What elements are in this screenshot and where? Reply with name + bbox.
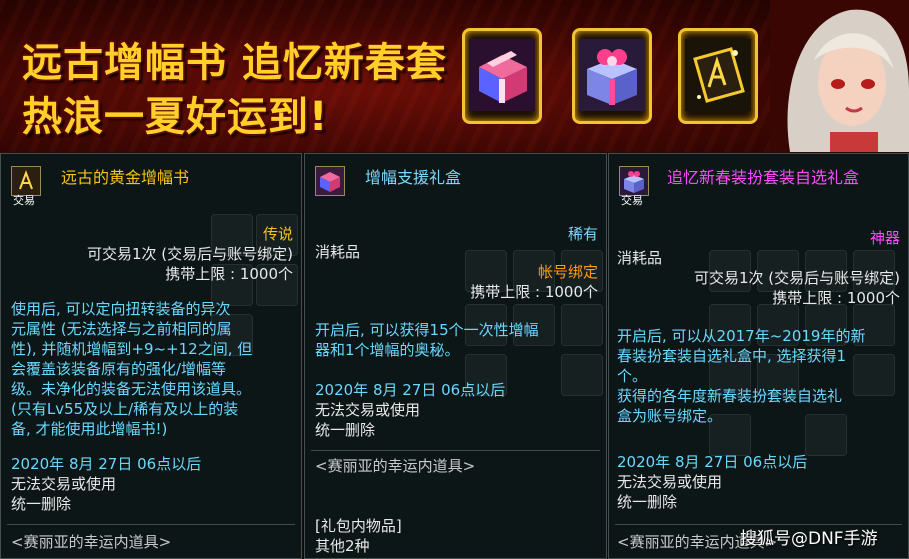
description-line: 元属性 (无法选择与之前相同的属 (11, 320, 232, 338)
description-line: 器和1个增幅的奥秘。 (315, 341, 460, 359)
item-tooltip-panel: 交易 追忆新春装扮套装自选礼盒 神器 消耗品 可交易1次 (交易后与账号绑定) … (608, 153, 909, 559)
banner-slot-gift-box-icon (572, 28, 652, 124)
banner-title-line2: 热浪一夏好运到! (22, 94, 329, 140)
expire-note: 无法交易或使用 (617, 473, 723, 491)
trade-rule: 可交易1次 (交易后与账号绑定) (693, 269, 900, 287)
rarity-label: 神器 (869, 229, 900, 247)
expire-note: 无法交易或使用 (315, 401, 421, 419)
carry-limit: 携带上限 : 1000个 (165, 265, 293, 283)
description-line: 开启后, 可以从2017年~2019年的新 (617, 327, 866, 345)
item-category: 消耗品 (617, 249, 663, 267)
expire-date: 2020年 8月 27日 06点以后 (11, 455, 202, 473)
divider (7, 524, 295, 525)
banner-title-line1: 远古增幅书 追忆新春套 (22, 40, 447, 86)
rarity-label: 传说 (262, 225, 293, 243)
expire-note: 统一删除 (617, 493, 678, 511)
expire-note: 统一删除 (315, 421, 376, 439)
bind-label: 帐号绑定 (537, 263, 598, 281)
description-line: 盒为账号绑定。 (617, 407, 723, 425)
trade-rule: 可交易1次 (交易后与账号绑定) (86, 245, 293, 263)
item-source: <赛丽亚的幸运内道具> (315, 457, 476, 475)
item-name: 增幅支援礼盒 (365, 168, 462, 187)
watermark: 搜狐号@DNF手游 (740, 529, 878, 549)
item-category: 消耗品 (315, 243, 361, 261)
expire-date: 2020年 8月 27日 06点以后 (315, 381, 506, 399)
description-line: 个。 (617, 367, 648, 385)
contents-title: [礼包内物品] (315, 517, 402, 535)
description-line: 性), 并随机增幅到+9~+12之间, 但 (11, 340, 253, 358)
description-line: 级。未净化的装备无法使用该道具。 (11, 380, 252, 398)
event-banner: 远古增幅书 追忆新春套 热浪一夏好运到! (0, 0, 909, 154)
item-name: 远古的黄金增幅书 (61, 168, 190, 187)
expire-date: 2020年 8月 27日 06点以后 (617, 453, 808, 471)
description-line: 春装扮套装自选礼盒中, 选择获得1 (617, 347, 847, 365)
banner-slot-amplify-book-icon (678, 28, 758, 124)
contents-other: 其他2种 (315, 537, 370, 555)
description-line: 会覆盖该装备原有的强化/增幅等 (11, 360, 227, 378)
description-line: 获得的各年度新春装扮套装自选礼 (617, 387, 843, 405)
expire-note: 统一删除 (11, 495, 72, 513)
carry-limit: 携带上限 : 1000个 (470, 283, 598, 301)
gift-box-icon[interactable] (315, 166, 345, 196)
item-name: 追忆新春装扮套装自选礼盒 (667, 168, 860, 187)
banner-slot-gift-box-icon (462, 28, 542, 124)
description-line: 使用后, 可以定向扭转装备的异次 (11, 300, 231, 318)
rarity-label: 稀有 (567, 225, 598, 243)
carry-limit: 携带上限 : 1000个 (772, 289, 900, 307)
description-line: 备, 才能使用此增幅书!) (11, 420, 168, 438)
item-source: <赛丽亚的幸运内道具> (11, 533, 172, 551)
trade-tag: 交易 (621, 194, 643, 207)
character-portrait-icon (770, 0, 909, 152)
trade-tag: 交易 (13, 194, 35, 207)
description-line: 开启后, 可以获得15个一次性增幅 (315, 321, 539, 339)
description-line: (只有Lv55及以上/稀有及以上的装 (11, 400, 239, 418)
item-tooltip-panel: 增幅支援礼盒 稀有 消耗品 帐号绑定 携带上限 : 1000个 开启后, 可以获… (304, 153, 607, 559)
item-tooltip-panel: 交易 远古的黄金增幅书 传说 可交易1次 (交易后与账号绑定) 携带上限 : 1… (0, 153, 302, 559)
expire-note: 无法交易或使用 (11, 475, 117, 493)
divider (311, 450, 600, 451)
